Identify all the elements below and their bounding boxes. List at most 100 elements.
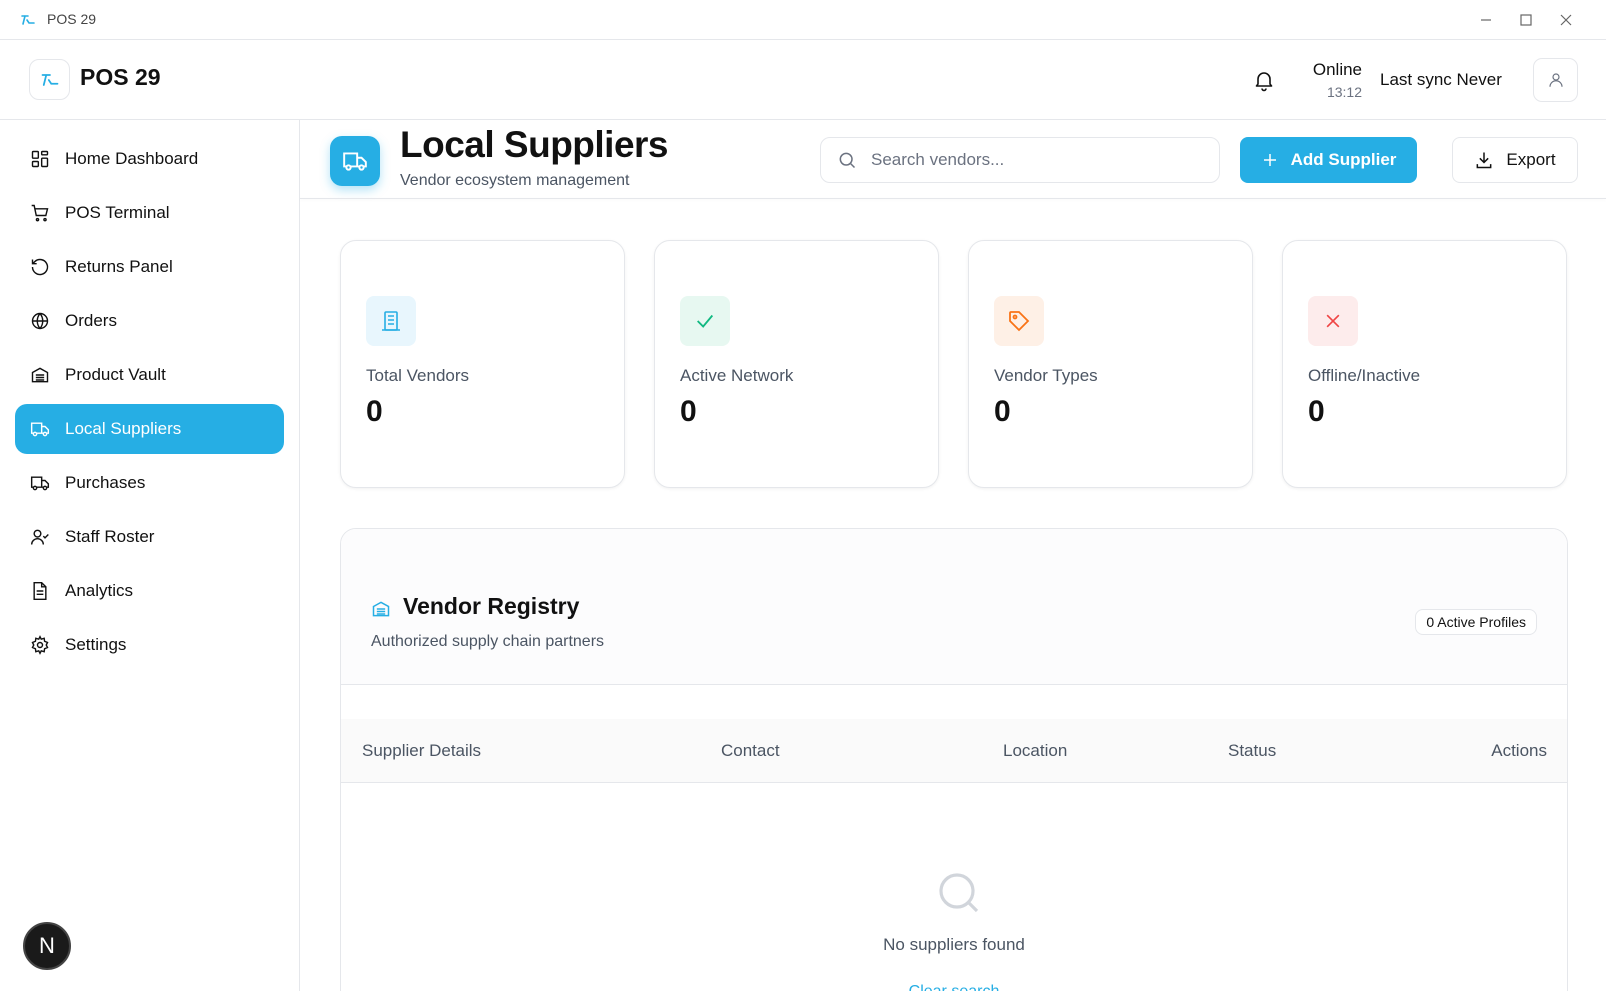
download-icon xyxy=(1477,152,1492,169)
vault-icon xyxy=(372,601,390,617)
sidebar-item-purchases[interactable]: Purchases xyxy=(15,458,284,508)
bell-icon[interactable] xyxy=(1252,68,1276,92)
stat-card-active-network: Active Network 0 xyxy=(654,240,939,488)
page-title: Local Suppliers xyxy=(400,124,669,165)
window-title: POS 29 xyxy=(47,11,97,27)
dev-badge[interactable]: N xyxy=(23,922,71,970)
add-supplier-label: Add Supplier xyxy=(1290,150,1397,169)
stat-label: Active Network xyxy=(680,366,794,385)
user-menu-button[interactable] xyxy=(1533,58,1578,102)
brand-name: POS 29 xyxy=(80,64,161,90)
stat-card-vendor-types: Vendor Types 0 xyxy=(968,240,1253,488)
column-contact: Contact xyxy=(721,741,780,760)
page-icon xyxy=(330,136,380,186)
sidebar-item-analytics[interactable]: Analytics xyxy=(15,566,284,616)
sidebar-item-label: Purchases xyxy=(65,473,146,492)
sidebar-item-orders[interactable]: Orders xyxy=(15,296,284,346)
status-time: 13:12 xyxy=(1326,84,1362,100)
registry-header: Vendor Registry Authorized supply chain … xyxy=(341,529,1567,685)
export-button[interactable]: Export xyxy=(1452,137,1578,183)
sidebar-item-label: Settings xyxy=(65,635,127,654)
tag-icon xyxy=(1009,311,1030,332)
plus-icon xyxy=(1263,154,1276,166)
column-actions: Actions xyxy=(1491,741,1547,760)
maximize-button[interactable] xyxy=(1516,10,1536,30)
active-profiles-badge: 0 Active Profiles xyxy=(1415,609,1537,635)
brand-logo[interactable] xyxy=(29,59,70,100)
truck-icon xyxy=(30,476,50,491)
close-button[interactable] xyxy=(1556,10,1576,30)
registry-subtitle: Authorized supply chain partners xyxy=(371,633,605,650)
stat-card-offline-inactive: Offline/Inactive 0 xyxy=(1282,240,1567,488)
stat-value: 0 xyxy=(1308,395,1325,428)
building-icon xyxy=(382,311,400,331)
search-icon xyxy=(939,873,979,913)
sidebar-item-home-dashboard[interactable]: Home Dashboard xyxy=(15,134,284,184)
clear-search-link[interactable]: Clear search xyxy=(341,983,1567,991)
column-supplier-details: Supplier Details xyxy=(362,741,482,760)
x-icon xyxy=(1326,314,1340,328)
search-box[interactable] xyxy=(820,137,1220,183)
sidebar-item-product-vault[interactable]: Product Vault xyxy=(15,350,284,400)
empty-state-text: No suppliers found xyxy=(883,935,1025,954)
stat-icon-box xyxy=(680,296,730,346)
stat-value: 0 xyxy=(366,395,383,428)
stat-icon-box xyxy=(994,296,1044,346)
sidebar-item-local-suppliers[interactable]: Local Suppliers xyxy=(15,404,284,454)
file-text-icon xyxy=(33,581,47,601)
maximize-icon xyxy=(1520,14,1532,26)
truck-icon xyxy=(30,422,50,437)
sidebar: Home Dashboard POS Terminal Returns Pane… xyxy=(0,120,300,991)
sidebar-item-label: POS Terminal xyxy=(65,203,170,222)
sidebar-item-staff-roster[interactable]: Staff Roster xyxy=(15,512,284,562)
user-icon xyxy=(1548,73,1563,87)
page-subtitle: Vendor ecosystem management xyxy=(400,172,630,189)
stat-icon-box xyxy=(1308,296,1358,346)
stat-label: Offline/Inactive xyxy=(1308,366,1421,385)
rotate-ccw-icon xyxy=(31,258,49,276)
title-bar: POS 29 xyxy=(0,0,1606,40)
column-status: Status xyxy=(1228,741,1277,760)
export-label: Export xyxy=(1506,150,1556,169)
table-header: Supplier Details Contact Location Status… xyxy=(341,719,1567,783)
column-location: Location xyxy=(1003,741,1068,760)
minimize-icon xyxy=(1481,19,1491,21)
last-sync: Last sync Never xyxy=(1380,70,1502,89)
sidebar-item-label: Returns Panel xyxy=(65,257,173,276)
stat-value: 0 xyxy=(680,395,697,428)
stat-icon-box xyxy=(366,296,416,346)
stat-card-total-vendors: Total Vendors 0 xyxy=(340,240,625,488)
stat-label: Vendor Types xyxy=(994,366,1098,385)
app-logo-icon xyxy=(21,15,35,25)
header-divider xyxy=(300,198,1606,199)
check-icon xyxy=(697,314,714,328)
sidebar-item-label: Product Vault xyxy=(65,365,166,384)
sidebar-item-returns-panel[interactable]: Returns Panel xyxy=(15,242,284,292)
sidebar-item-label: Home Dashboard xyxy=(65,149,199,168)
registry-title: Vendor Registry xyxy=(403,593,580,619)
search-icon xyxy=(839,152,856,169)
user-check-icon xyxy=(30,529,49,545)
gear-icon xyxy=(31,635,49,655)
minimize-button[interactable] xyxy=(1476,10,1496,30)
app-logo-icon xyxy=(41,73,58,86)
sidebar-item-label: Staff Roster xyxy=(65,527,155,546)
sidebar-item-pos-terminal[interactable]: POS Terminal xyxy=(15,188,284,238)
sidebar-item-label: Orders xyxy=(65,311,117,330)
globe-icon xyxy=(31,312,49,330)
add-supplier-button[interactable]: Add Supplier xyxy=(1240,137,1417,183)
truck-icon xyxy=(343,152,367,171)
search-input[interactable] xyxy=(871,150,1201,170)
sidebar-item-settings[interactable]: Settings xyxy=(15,620,284,670)
close-icon xyxy=(1560,14,1572,26)
sidebar-item-label: Local Suppliers xyxy=(65,419,182,438)
stat-label: Total Vendors xyxy=(366,366,470,385)
stat-value: 0 xyxy=(994,395,1011,428)
connection-status: Online xyxy=(1312,60,1362,79)
app-header: POS 29 Online 13:12 Last sync Never xyxy=(0,40,1606,120)
sidebar-item-label: Analytics xyxy=(65,581,134,600)
vendor-registry-panel: Vendor Registry Authorized supply chain … xyxy=(340,528,1568,991)
cart-icon xyxy=(31,204,49,222)
grid-icon xyxy=(31,150,49,168)
vault-icon xyxy=(31,367,49,383)
